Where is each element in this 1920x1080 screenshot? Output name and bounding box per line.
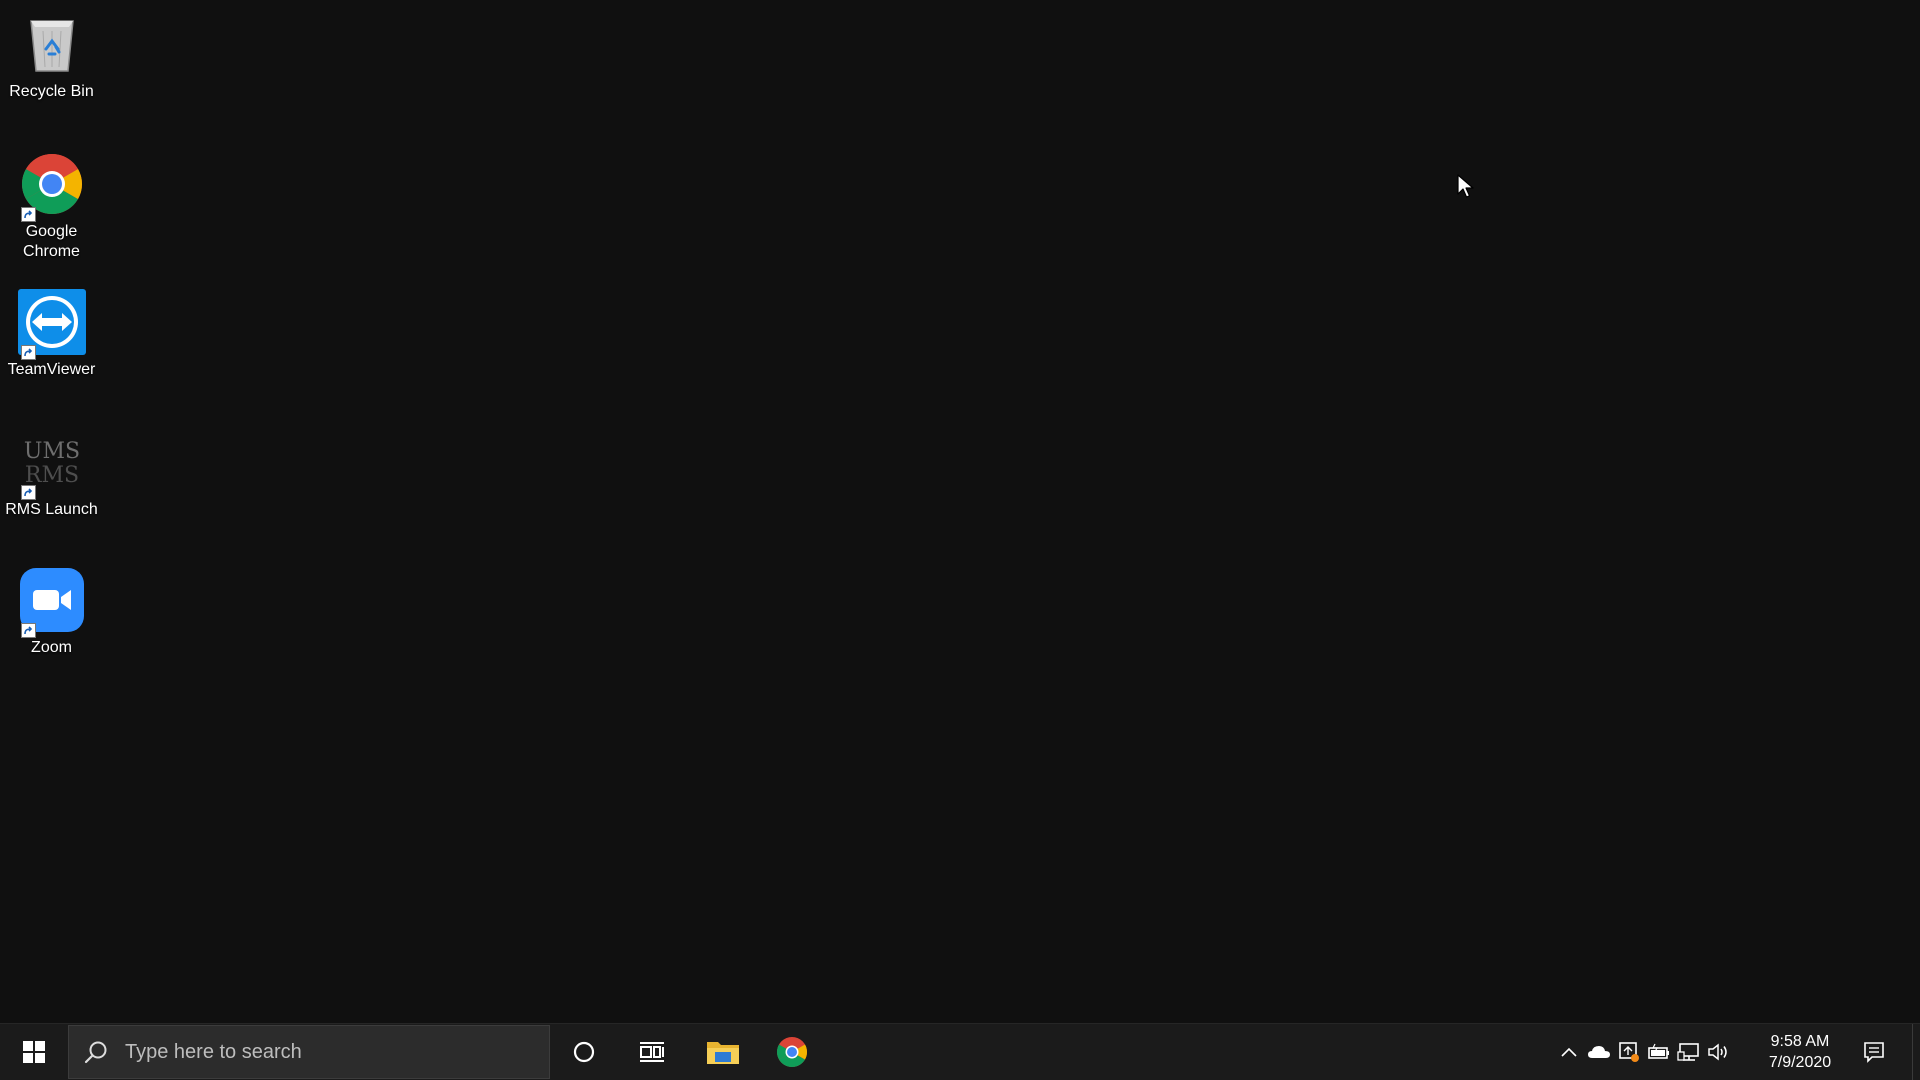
system-tray xyxy=(1554,1024,1734,1080)
desktop-icon-zoom[interactable]: Zoom xyxy=(4,566,99,658)
shortcut-arrow-icon xyxy=(20,345,36,360)
action-center-button[interactable] xyxy=(1852,1024,1896,1080)
show-desktop-button[interactable] xyxy=(1912,1024,1920,1080)
desktop-icon-label: Zoom xyxy=(31,639,72,656)
taskbar-clock[interactable]: 9:58 AM 7/9/2020 xyxy=(1756,1031,1844,1073)
svg-text:UMS: UMS xyxy=(23,439,79,464)
volume-tray-button[interactable] xyxy=(1704,1024,1734,1080)
volume-icon xyxy=(1708,1043,1727,1061)
battery-icon xyxy=(1648,1043,1669,1059)
cortana-circle-icon xyxy=(573,1041,595,1063)
taskbar-search-box[interactable]: Type here to search xyxy=(68,1025,550,1079)
chevron-up-icon xyxy=(1561,1047,1577,1057)
action-center-icon xyxy=(1864,1042,1884,1063)
desktop-icon-google-chrome[interactable]: Google Chrome xyxy=(4,150,99,262)
desktop-icon-rms-launch[interactable]: UMS RMS RMS Launch xyxy=(4,428,99,520)
recycle-bin-icon xyxy=(18,10,86,78)
windows-logo-icon xyxy=(22,1041,45,1063)
search-placeholder: Type here to search xyxy=(125,1040,302,1063)
desktop-icon-teamviewer[interactable]: TeamViewer xyxy=(4,288,99,380)
teamviewer-icon xyxy=(17,288,86,360)
desktop-icon-label: RMS Launch xyxy=(5,501,98,518)
battery-tray-button[interactable] xyxy=(1644,1024,1674,1080)
shortcut-arrow-icon xyxy=(20,485,36,500)
file-explorer-button[interactable] xyxy=(695,1024,751,1080)
desktop-icon-recycle-bin[interactable]: Recycle Bin xyxy=(4,10,99,102)
chrome-icon xyxy=(776,1037,808,1068)
task-view-button[interactable] xyxy=(624,1024,680,1080)
security-tray-button[interactable] xyxy=(1614,1024,1644,1080)
clock-time: 9:58 AM xyxy=(1770,1033,1830,1050)
task-view-icon xyxy=(640,1042,664,1062)
desktop-icon-label: TeamViewer xyxy=(7,361,96,378)
desktop-icon-label: Recycle Bin xyxy=(9,83,94,100)
onedrive-tray-button[interactable] xyxy=(1584,1024,1614,1080)
onedrive-cloud-icon xyxy=(1588,1046,1610,1058)
show-hidden-icons-button[interactable] xyxy=(1554,1024,1584,1080)
chrome-taskbar-button[interactable] xyxy=(764,1024,820,1080)
shortcut-arrow-icon xyxy=(20,207,36,222)
rms-logo-icon: UMS RMS xyxy=(18,428,86,500)
cortana-button[interactable] xyxy=(556,1024,612,1080)
zoom-icon xyxy=(18,566,86,638)
desktop-icon-label: Google Chrome xyxy=(23,223,80,260)
folder-icon xyxy=(707,1042,739,1064)
clock-date: 7/9/2020 xyxy=(1768,1054,1832,1071)
security-icon xyxy=(1619,1042,1639,1062)
mouse-cursor-icon xyxy=(1457,174,1474,198)
search-icon xyxy=(84,1041,107,1064)
chrome-icon xyxy=(18,150,86,222)
taskbar: Type here to search 9:58 AM 7/9/2020 xyxy=(0,1023,1920,1080)
network-icon xyxy=(1677,1043,1699,1061)
start-button[interactable] xyxy=(0,1024,67,1080)
network-tray-button[interactable] xyxy=(1674,1024,1704,1080)
desktop: Recycle Bin Google Chrome TeamViewer UMS… xyxy=(0,0,1920,1023)
shortcut-arrow-icon xyxy=(20,623,36,638)
